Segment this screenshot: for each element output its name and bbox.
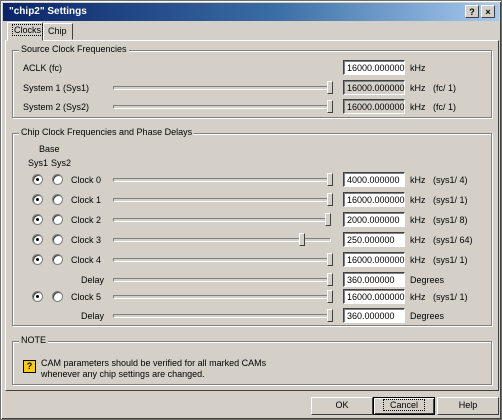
window-title: "chip2" Settings [9,6,87,17]
help-button[interactable]: Help [437,397,499,415]
clock2-sys2-radio[interactable] [52,214,63,225]
clock5-delay-field[interactable]: 360.000000 [343,308,405,323]
chip-clock-group-title: Chip Clock Frequencies and Phase Delays [19,127,195,137]
clock1-slider[interactable] [113,193,333,206]
clock4-slider[interactable] [113,253,333,266]
sys1-field: 16000.000000 [343,80,405,95]
clock4-delay-field[interactable]: 360.000000 [343,272,405,287]
note-title: NOTE [19,335,49,345]
clock2-sys1-radio[interactable] [32,214,43,225]
clock0-ratio: (sys1/ 4) [433,175,468,185]
clock5-delay-slider[interactable] [113,309,333,322]
help-note-icon: ? [23,360,36,373]
clock5-unit: kHz [410,292,426,302]
clock4-delay-slider[interactable] [113,273,333,286]
tab-chip[interactable]: Chip [43,23,73,40]
ok-button[interactable]: OK [311,397,373,415]
aclk-unit: kHz [410,63,426,73]
aclk-field[interactable]: 16000.000000 [343,60,405,75]
sys2-header: Sys2 [51,158,72,168]
cancel-button[interactable]: Cancel [373,397,435,415]
sys2-slider[interactable] [113,100,333,113]
clock4-sys1-radio[interactable] [32,254,43,265]
clock3-ratio: (sys1/ 64) [433,235,473,245]
help-icon[interactable]: ? [465,5,479,18]
clock3-sys1-radio[interactable] [32,234,43,245]
sys2-field: 16000.000000 [343,99,405,114]
clock5-field[interactable]: 16000.000000 [343,289,405,304]
clock3-slider[interactable] [113,233,331,246]
clock5-sys1-radio[interactable] [32,291,43,302]
clock1-sys2-radio[interactable] [52,194,63,205]
clock4-sys2-radio[interactable] [52,254,63,265]
close-icon[interactable]: × [481,5,495,18]
clock1-sys1-radio[interactable] [32,194,43,205]
clock5-slider-thumb[interactable] [327,290,333,303]
clock5-delay-label: Delay [81,311,105,321]
source-clock-group-title: Source Clock Frequencies [19,44,129,54]
title-bar: "chip2" Settings ? × [3,3,499,21]
clock0-label: Clock 0 [71,175,102,185]
clock2-label: Clock 2 [71,215,102,225]
clock4-ratio: (sys1/ 1) [433,255,468,265]
sys1-slider-thumb[interactable] [327,81,333,94]
clock3-label: Clock 3 [71,235,102,245]
clock4-slider-thumb[interactable] [327,253,333,266]
tab-clocks[interactable]: Clocks [7,22,44,41]
clock3-field[interactable]: 250.000000 [343,232,405,247]
sys1-ratio: (fc/ 1) [433,83,457,93]
clock2-slider-thumb[interactable] [324,213,331,226]
clock0-sys2-radio[interactable] [52,174,63,185]
source-clock-group: Source Clock Frequencies ACLK (fc) 16000… [12,44,492,118]
clock0-sys1-radio[interactable] [32,174,43,185]
clock5-label: Clock 5 [71,292,102,302]
clock4-delay-slider-thumb[interactable] [327,273,333,286]
clock0-slider[interactable] [113,173,333,186]
clock2-slider[interactable] [113,213,331,226]
sys1-slider[interactable] [113,81,333,94]
clock1-unit: kHz [410,195,426,205]
clock4-field[interactable]: 16000.000000 [343,252,405,267]
clock2-ratio: (sys1/ 8) [433,215,468,225]
sys2-ratio: (fc/ 1) [433,102,457,112]
aclk-label: ACLK (fc) [23,63,63,73]
clocks-tab-panel: Source Clock Frequencies ACLK (fc) 16000… [5,40,499,391]
clock3-unit: kHz [410,235,426,245]
clock4-delay-unit: Degrees [410,275,445,285]
note-line1: CAM parameters should be verified for al… [41,358,267,368]
base-header: Base [39,144,60,154]
clock5-slider[interactable] [113,290,333,303]
clock4-unit: kHz [410,255,426,265]
note-group: NOTE ? CAM parameters should be verified… [12,335,492,385]
clock1-slider-thumb[interactable] [327,193,333,206]
clock1-label: Clock 1 [71,195,102,205]
clock4-delay-label: Delay [81,275,105,285]
clock0-field[interactable]: 4000.000000 [343,172,405,187]
clock2-field[interactable]: 2000.000000 [343,212,405,227]
clock0-slider-thumb[interactable] [327,173,333,186]
clock2-unit: kHz [410,215,426,225]
clock1-ratio: (sys1/ 1) [433,195,468,205]
sys1-label: System 1 (Sys1) [23,83,90,93]
settings-dialog: "chip2" Settings ? × Clocks Chip Source … [0,0,502,420]
clock5-sys2-radio[interactable] [52,291,63,302]
sys1-unit: kHz [410,83,426,93]
clock4-label: Clock 4 [71,255,102,265]
sys2-label: System 2 (Sys2) [23,102,90,112]
sys1-header: Sys1 [28,158,49,168]
clock3-sys2-radio[interactable] [52,234,63,245]
clock5-delay-unit: Degrees [410,311,445,321]
clock5-ratio: (sys1/ 1) [433,292,468,302]
clock1-field[interactable]: 16000.000000 [343,192,405,207]
note-line2: whenever any chip settings are changed. [41,369,205,379]
clock5-delay-slider-thumb[interactable] [327,309,333,322]
chip-clock-group: Chip Clock Frequencies and Phase Delays … [12,127,492,326]
clock3-slider-thumb[interactable] [298,233,305,246]
clock0-unit: kHz [410,175,426,185]
sys2-slider-thumb[interactable] [327,100,333,113]
sys2-unit: kHz [410,102,426,112]
